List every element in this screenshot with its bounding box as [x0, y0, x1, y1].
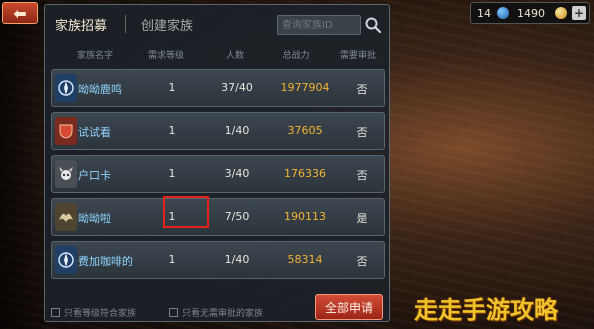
header-member-count: 人数	[225, 51, 244, 61]
total-power: 58314	[287, 253, 323, 266]
wing-emblem-icon	[55, 203, 77, 231]
family-id-search-input[interactable]	[277, 15, 361, 35]
family-name: 呦呦啦	[78, 212, 111, 225]
total-power: 190113	[284, 210, 326, 223]
header-family-name: 家族名字	[76, 51, 113, 61]
member-count: 1/40	[224, 124, 250, 137]
currency-bar: 14 1490 +	[470, 2, 590, 24]
compass-emblem-icon	[55, 246, 77, 274]
member-count: 37/40	[221, 81, 253, 94]
total-power: 37605	[287, 124, 323, 137]
horned-skull-emblem-icon	[55, 160, 77, 188]
no-approval-label: 只看无需审批的家族	[182, 309, 264, 319]
table-header: 家族名字 需求等级 人数 总战力 需要审批	[45, 45, 391, 65]
watermark-text: 走走手游攻略	[414, 296, 558, 324]
gem-icon	[497, 7, 509, 19]
family-name: 呦呦鹿鸣	[78, 83, 122, 96]
family-row[interactable]: 呦呦鹿鸣 1 37/40 1977904 否	[51, 69, 385, 107]
header-needs-approval: 需要审批	[339, 51, 376, 61]
required-level: 1	[168, 124, 176, 137]
back-button[interactable]: ⬅	[2, 2, 38, 24]
needs-approval: 否	[356, 83, 368, 96]
no-approval-checkbox[interactable]: 只看无需审批的家族	[169, 306, 263, 319]
family-name: 户口卡	[78, 169, 111, 182]
tab-family-recruit[interactable]: 家族招募	[47, 11, 115, 37]
header-total-power: 总战力	[282, 51, 310, 61]
needs-approval: 否	[356, 126, 368, 139]
family-row[interactable]: 费加咖啡的 1 1/40 58314 否	[51, 241, 385, 279]
gem-count: 14	[477, 7, 491, 20]
tab-create-family[interactable]: 创建家族	[133, 11, 201, 37]
family-row[interactable]: 呦呦啦 1 7/50 190113 是	[51, 198, 385, 236]
member-count: 7/50	[224, 210, 250, 223]
apply-all-button[interactable]: 全部申请	[315, 294, 383, 320]
highlight-annotation	[163, 196, 209, 228]
family-panel: 家族招募 创建家族 家族名字 需求等级 人数 总战力 需要审批 呦呦鹿鸣 1 3…	[44, 4, 390, 322]
required-level: 1	[168, 253, 176, 266]
level-match-label: 只看等级符合家族	[64, 309, 137, 319]
coin-icon	[555, 7, 567, 19]
member-count: 3/40	[224, 167, 250, 180]
family-row[interactable]: 户口卡 1 3/40 176336 否	[51, 155, 385, 193]
compass-emblem-icon	[55, 74, 77, 102]
checkbox-icon	[51, 308, 60, 317]
level-match-checkbox[interactable]: 只看等级符合家族	[51, 306, 136, 319]
back-arrow-icon: ⬅	[13, 3, 27, 23]
family-row[interactable]: 试试看 1 1/40 37605 否	[51, 112, 385, 150]
total-power: 1977904	[280, 81, 330, 94]
search-icon	[365, 17, 382, 34]
search-button[interactable]	[363, 14, 383, 36]
coin-count: 1490	[517, 7, 545, 20]
required-level: 1	[168, 167, 176, 180]
red-shield-emblem-icon	[55, 117, 77, 145]
required-level: 1	[168, 81, 176, 94]
member-count: 1/40	[224, 253, 250, 266]
family-name: 费加咖啡的	[78, 255, 133, 268]
needs-approval: 是	[356, 212, 368, 225]
needs-approval: 否	[356, 169, 368, 182]
needs-approval: 否	[356, 255, 368, 268]
header-required-level: 需求等级	[147, 51, 184, 61]
tab-divider	[125, 15, 126, 33]
total-power: 176336	[284, 167, 326, 180]
checkbox-icon	[169, 308, 178, 317]
family-name: 试试看	[78, 126, 111, 139]
plus-icon[interactable]: +	[572, 6, 586, 20]
